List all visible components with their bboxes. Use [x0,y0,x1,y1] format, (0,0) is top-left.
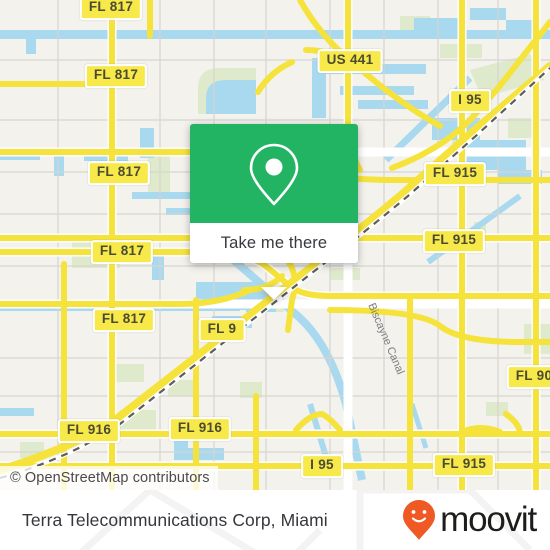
road-shield: FL 817 [87,161,151,185]
place-name-label: Terra Telecommunications Corp, Miami [22,510,328,530]
footer-bar: Terra Telecommunications Corp, Miami moo… [0,490,550,550]
road-shield: FL 817 [92,308,156,332]
road-shield: US 441 [317,49,383,73]
moovit-brand[interactable]: moovit [402,490,537,550]
road-shield: I 95 [449,89,491,113]
road-shield: FL 915 [432,453,496,477]
road-shield: FL 916 [57,419,121,443]
moovit-pin-icon [403,500,436,540]
road-shield: FL 817 [90,240,154,264]
osm-attribution: © OpenStreetMap contributors [0,466,218,490]
road-shield: FL 817 [84,64,148,88]
road-shield: I 95 [301,454,343,478]
road-shield: FL 9 [198,318,246,342]
road-shield: FL 817 [79,0,143,20]
road-shield: FL 916 [168,417,232,441]
callout-tail [261,287,287,300]
map-screenshot: Biscayne Canal FL 817 US 441 I 95 FL 817 FL … [0,0,550,550]
callout-pin-area [190,124,358,223]
take-me-there-button[interactable]: Take me there [190,223,358,263]
road-shield: FL 915 [422,229,486,253]
location-callout[interactable]: Take me there [190,124,358,300]
map-pin-icon [249,143,299,205]
road-shield: FL 915 [423,162,487,186]
take-me-there-label: Take me there [220,233,328,252]
moovit-wordmark: moovit [440,499,537,539]
road-shield: FL 90 [506,365,550,389]
